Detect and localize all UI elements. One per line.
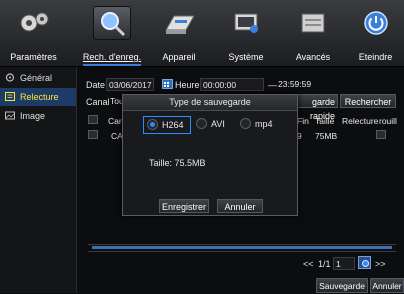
nav-label: Appareil: [162, 52, 196, 62]
playback-icon: [5, 92, 15, 101]
nav-label: Avancés: [295, 52, 331, 62]
sidebar-item-general[interactable]: Général: [0, 69, 76, 87]
nav-eteindre[interactable]: Eteindre: [347, 0, 404, 66]
row-checkbox[interactable]: [88, 130, 98, 139]
annuler-dialog-button[interactable]: Annuler: [217, 199, 263, 213]
col-fin-header: Fin: [297, 116, 309, 126]
enregistrer-button[interactable]: Enregistrer: [159, 199, 209, 213]
option-label: H264: [162, 120, 184, 130]
canal-label: Canal: [86, 97, 110, 107]
radio-avi[interactable]: [196, 118, 207, 129]
prev-page-button[interactable]: <<: [303, 259, 314, 269]
sidebar: Général Relecture Image: [0, 67, 77, 293]
heure-label: Heure: [175, 80, 200, 90]
nav-rech-enreg[interactable]: Rech. d'enreg.: [79, 0, 145, 66]
row-playback-checkbox[interactable]: [376, 130, 386, 139]
nav-avances[interactable]: Avancés: [280, 0, 346, 66]
sauvegarde-button[interactable]: Sauvegarde: [316, 278, 368, 293]
sidebar-item-image[interactable]: Image: [0, 107, 76, 125]
monitor-icon: [234, 13, 258, 33]
date-label: Date: [86, 80, 106, 90]
sidebar-item-label: Général: [20, 73, 53, 83]
gears-icon: [20, 12, 48, 32]
server-icon: [301, 13, 325, 33]
page-input[interactable]: 1: [333, 257, 355, 270]
power-icon: [363, 11, 388, 35]
go-dot-icon: [362, 260, 369, 267]
search-button[interactable]: Rechercher: [340, 94, 396, 108]
calendar-icon[interactable]: [162, 78, 173, 89]
option-label: AVI: [211, 119, 225, 129]
option-label: mp4: [255, 119, 273, 129]
nav-label: Paramètres: [10, 52, 57, 62]
magnifier-icon: [101, 12, 126, 37]
quick-save-button[interactable]: garde rapide: [292, 94, 338, 121]
backup-type-dialog: Type de sauvegarde H264 AVI mp4 Taille: …: [122, 94, 298, 216]
scrollbar-thumb[interactable]: [92, 246, 392, 249]
nav-appareil[interactable]: Appareil: [146, 0, 212, 66]
page-indicator: 1/1: [318, 259, 331, 269]
col-extra-header: rouill: [379, 116, 397, 126]
nav-label: Eteindre: [358, 52, 393, 62]
sidebar-item-label: Image: [20, 111, 46, 121]
table-horizontal-scrollbar[interactable]: [88, 244, 396, 252]
select-all-checkbox[interactable]: [88, 115, 98, 124]
heure-start-field[interactable]: 00:00:00: [200, 78, 264, 91]
size-text: Taille: 75.5MB: [149, 158, 206, 168]
option-mp4[interactable]: mp4: [237, 116, 281, 132]
date-field[interactable]: 03/06/2017: [106, 78, 154, 91]
nav-systeme[interactable]: Système: [213, 0, 279, 66]
nav-parametres[interactable]: Paramètres: [0, 0, 67, 66]
gear-icon: [5, 73, 15, 82]
radio-mp4[interactable]: [240, 118, 251, 129]
col-taille-header: Taille: [315, 116, 335, 126]
option-avi[interactable]: AVI: [193, 116, 233, 132]
row-taille: 75MB: [315, 131, 338, 141]
hdd-icon: [165, 15, 195, 34]
image-icon: [5, 111, 15, 120]
sidebar-item-relecture[interactable]: Relecture: [0, 88, 76, 106]
option-h264[interactable]: H264: [143, 116, 191, 134]
annuler-footer-button[interactable]: Annuler: [370, 278, 404, 293]
dialog-title: Type de sauvegarde: [123, 95, 297, 111]
top-navigation: Paramètres Rech. d'enreg. Appareil Systè…: [0, 0, 404, 67]
nav-label: Système: [228, 52, 264, 62]
go-page-button[interactable]: [358, 256, 371, 269]
sidebar-item-label: Relecture: [20, 92, 59, 102]
radio-h264[interactable]: [147, 119, 158, 130]
next-page-button[interactable]: >>: [375, 259, 386, 269]
nav-label: Rech. d'enreg.: [82, 52, 142, 62]
heure-end-field[interactable]: 23:59:59: [276, 78, 338, 91]
col-relecture-header: Relecture: [342, 116, 379, 126]
